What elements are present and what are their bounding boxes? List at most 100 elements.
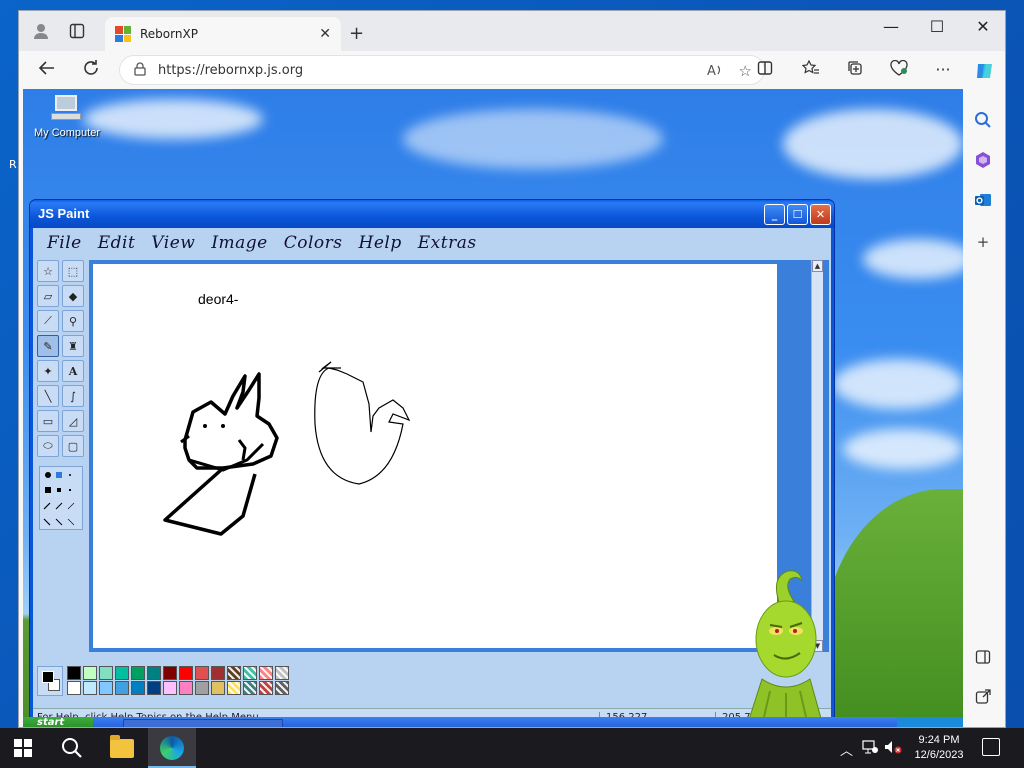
tab-rebornxp[interactable]: RebornXP ✕ xyxy=(105,17,341,51)
paint-maximize-button[interactable]: ☐ xyxy=(787,204,808,225)
palette-swatch[interactable] xyxy=(163,681,177,695)
palette-swatch[interactable] xyxy=(147,681,161,695)
maximize-button[interactable]: ☐ xyxy=(917,17,957,36)
close-window-button[interactable]: ✕ xyxy=(963,17,1003,36)
sidebar-layout-icon[interactable] xyxy=(973,649,993,669)
palette-swatch[interactable] xyxy=(179,666,193,680)
palette-swatch[interactable] xyxy=(227,681,241,695)
profile-icon[interactable] xyxy=(31,21,51,41)
close-tab-icon[interactable]: ✕ xyxy=(319,26,331,42)
read-aloud-icon[interactable]: A xyxy=(706,62,724,82)
curve-tool-icon[interactable]: ∫ xyxy=(62,385,84,407)
palette-swatch[interactable] xyxy=(131,681,145,695)
notification-center-icon[interactable] xyxy=(982,738,1000,756)
palette-swatch[interactable] xyxy=(163,666,177,680)
menu-view[interactable]: View xyxy=(143,233,203,253)
palette-swatch[interactable] xyxy=(259,681,273,695)
tray-volume-muted-icon[interactable] xyxy=(884,740,902,758)
pencil-tool-icon[interactable]: ✎ xyxy=(37,335,59,357)
taskbar-search-icon[interactable] xyxy=(60,736,84,760)
text-tool-icon[interactable]: A xyxy=(62,360,84,382)
tool-options[interactable] xyxy=(39,466,83,530)
polygon-tool-icon[interactable]: ◿ xyxy=(62,410,84,432)
palette-swatch[interactable] xyxy=(211,681,225,695)
rebornxp-page: My Computer JS Paint _ ☐ ✕ File Edit Vie… xyxy=(23,89,963,727)
palette-swatch[interactable] xyxy=(147,666,161,680)
current-colors[interactable] xyxy=(37,666,63,696)
favorites-icon[interactable] xyxy=(799,59,823,80)
paint-titlebar[interactable]: JS Paint _ ☐ ✕ xyxy=(30,200,834,228)
new-tab-button[interactable]: + xyxy=(349,23,364,44)
sidebar-search-icon[interactable] xyxy=(973,111,993,131)
palette-swatch[interactable] xyxy=(131,666,145,680)
sidebar-external-icon[interactable] xyxy=(973,689,993,709)
sidebar-outlook-icon[interactable] xyxy=(973,191,993,211)
rounded-rect-tool-icon[interactable]: ▢ xyxy=(62,435,84,457)
menu-file[interactable]: File xyxy=(39,233,90,253)
copilot-icon[interactable] xyxy=(973,60,997,86)
palette-swatch[interactable] xyxy=(99,681,113,695)
palette-swatch[interactable] xyxy=(195,666,209,680)
palette-swatch[interactable] xyxy=(211,666,225,680)
magnifier-tool-icon[interactable]: ⚲ xyxy=(62,310,84,332)
sidebar-m365-icon[interactable] xyxy=(973,151,993,171)
rectangle-tool-icon[interactable]: ▭ xyxy=(37,410,59,432)
menu-image[interactable]: Image xyxy=(203,233,275,253)
taskbar-clock[interactable]: 9:24 PM 12/6/2023 xyxy=(906,733,972,763)
palette-swatch[interactable] xyxy=(115,666,129,680)
airbrush-tool-icon[interactable]: ✦ xyxy=(37,360,59,382)
rect-select-tool-icon[interactable]: ⬚ xyxy=(62,260,84,282)
palette-swatch[interactable] xyxy=(67,681,81,695)
palette-swatch[interactable] xyxy=(275,666,289,680)
file-explorer-icon[interactable] xyxy=(110,735,134,758)
brush-tool-icon[interactable]: ♜ xyxy=(62,335,84,357)
eraser-tool-icon[interactable]: ▱ xyxy=(37,285,59,307)
sidebar-add-icon[interactable]: + xyxy=(973,233,993,253)
palette-swatch[interactable] xyxy=(115,681,129,695)
minimize-button[interactable]: — xyxy=(871,17,911,36)
paint-close-button[interactable]: ✕ xyxy=(810,204,831,225)
menu-extras[interactable]: Extras xyxy=(410,233,485,253)
browser-essentials-icon[interactable] xyxy=(887,59,911,80)
settings-more-icon[interactable]: ··· xyxy=(931,60,955,79)
drawing-canvas[interactable]: deor4- xyxy=(93,264,777,648)
palette-swatch[interactable] xyxy=(83,681,97,695)
desktop-icon-my-computer[interactable]: My Computer xyxy=(27,93,107,139)
line-tool-icon[interactable]: ╲ xyxy=(37,385,59,407)
paint-minimize-button[interactable]: _ xyxy=(764,204,785,225)
palette-swatch[interactable] xyxy=(275,681,289,695)
palette-swatch[interactable] xyxy=(179,681,193,695)
xp-start-button[interactable]: start xyxy=(23,717,93,727)
favorite-star-icon[interactable]: ☆ xyxy=(739,62,752,80)
menu-colors[interactable]: Colors xyxy=(276,233,351,253)
free-select-tool-icon[interactable]: ☆ xyxy=(37,260,59,282)
palette-swatch[interactable] xyxy=(67,666,81,680)
palette-swatch[interactable] xyxy=(259,666,273,680)
edge-sidebar: + xyxy=(961,89,1005,727)
ellipse-tool-icon[interactable]: ⬭ xyxy=(37,435,59,457)
tray-chevron-up-icon[interactable]: ︿ xyxy=(840,740,853,759)
taskbar-edge-button[interactable] xyxy=(148,728,196,768)
refresh-button[interactable] xyxy=(79,59,103,82)
desktop-edge-glyph: R xyxy=(9,158,17,171)
sky-cloud xyxy=(833,359,963,409)
palette-swatch[interactable] xyxy=(83,666,97,680)
palette-swatch[interactable] xyxy=(195,681,209,695)
color-picker-tool-icon[interactable]: ⟋ xyxy=(37,310,59,332)
collections-icon[interactable] xyxy=(843,60,867,80)
split-screen-icon[interactable] xyxy=(753,60,777,80)
tray-network-icon[interactable] xyxy=(862,740,878,758)
palette-swatch[interactable] xyxy=(243,681,257,695)
windows-start-icon[interactable] xyxy=(14,739,32,757)
url-field[interactable]: https://rebornxp.js.org A ☆ xyxy=(119,55,765,85)
menu-help[interactable]: Help xyxy=(351,233,410,253)
back-button[interactable] xyxy=(35,59,59,82)
palette-swatch[interactable] xyxy=(227,666,241,680)
menu-edit[interactable]: Edit xyxy=(90,233,144,253)
palette-swatch[interactable] xyxy=(243,666,257,680)
xp-task-button[interactable] xyxy=(123,719,283,727)
palette-swatch[interactable] xyxy=(99,666,113,680)
fill-bucket-tool-icon[interactable]: ◆ xyxy=(62,285,84,307)
tab-actions-icon[interactable] xyxy=(67,21,87,41)
scroll-up-arrow-icon[interactable]: ▲ xyxy=(812,260,823,272)
